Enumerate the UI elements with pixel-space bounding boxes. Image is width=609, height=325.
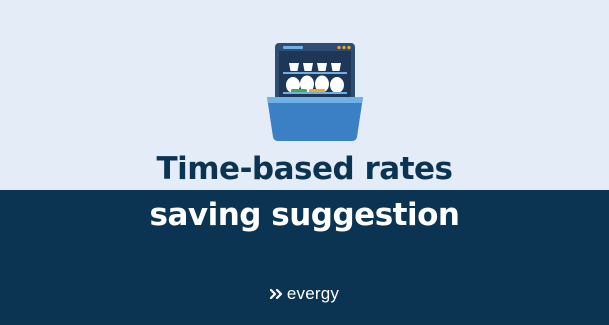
- title-line-1: Time-based rates: [156, 151, 453, 187]
- dishwasher-icon: [267, 43, 363, 141]
- title-line-2: saving suggestion: [149, 197, 460, 233]
- brand-name: evergy: [286, 284, 340, 303]
- brand-logo: evergy: [0, 283, 609, 305]
- slide: Time-based rates saving suggestion everg…: [0, 0, 609, 325]
- double-chevron-icon: [269, 289, 282, 299]
